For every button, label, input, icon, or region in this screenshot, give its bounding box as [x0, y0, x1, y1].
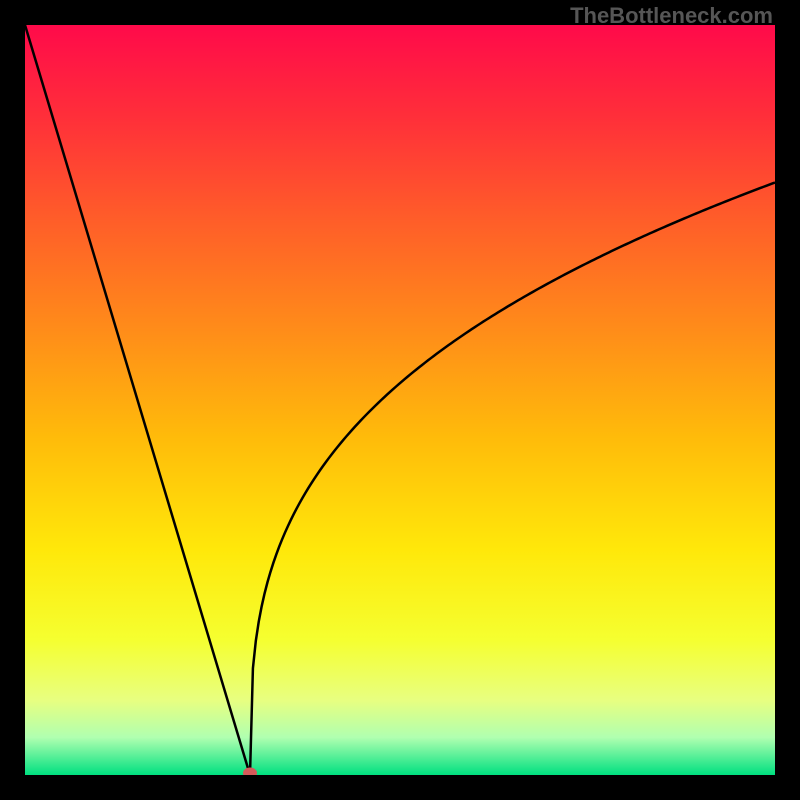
- minimum-marker: [243, 768, 257, 776]
- plot-area: [25, 25, 775, 775]
- curve-layer: [25, 25, 775, 775]
- chart-container: TheBottleneck.com: [0, 0, 800, 800]
- bottleneck-curve: [25, 25, 775, 775]
- watermark-text: TheBottleneck.com: [570, 3, 773, 29]
